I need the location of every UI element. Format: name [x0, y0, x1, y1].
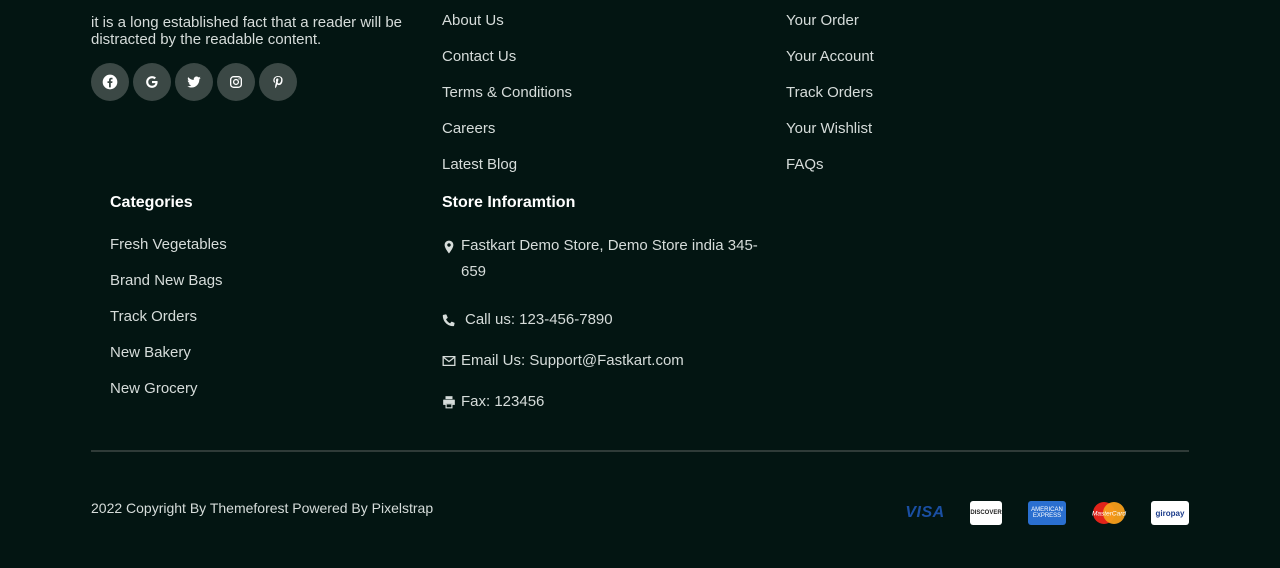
discover-logo: DISCOVER [970, 501, 1002, 525]
facebook-button[interactable] [91, 63, 129, 101]
store-email-text[interactable]: Email Us: Support@Fastkart.com [461, 352, 684, 369]
store-info-heading: Store Inforamtion [442, 194, 576, 211]
footer-link-careers[interactable]: Careers [442, 120, 572, 156]
category-link-brand-new-bags[interactable]: Brand New Bags [110, 272, 227, 308]
store-address: Fastkart Demo Store, Demo Store india 34… [442, 237, 771, 285]
footer-about-text: it is a long established fact that a rea… [91, 14, 403, 48]
category-link-track-orders[interactable]: Track Orders [110, 308, 227, 344]
instagram-icon [230, 76, 242, 88]
google-icon [146, 76, 158, 88]
instagram-button[interactable] [217, 63, 255, 101]
store-email: Email Us: Support@Fastkart.com [442, 352, 684, 369]
mastercard-logo: MasterCard [1090, 501, 1128, 525]
printer-icon [443, 396, 455, 409]
footer-link-your-order[interactable]: Your Order [786, 12, 874, 48]
map-pin-icon [444, 240, 454, 254]
category-link-new-grocery[interactable]: New Grocery [110, 380, 227, 416]
pinterest-button[interactable] [259, 63, 297, 101]
social-links [91, 63, 297, 101]
category-link-fresh-vegetables[interactable]: Fresh Vegetables [110, 236, 227, 272]
categories-column: Fresh Vegetables Brand New Bags Track Or… [110, 236, 227, 416]
store-phone-text[interactable]: Call us: 123-456-7890 [465, 311, 613, 328]
about-links-column: About Us Contact Us Terms & Conditions C… [442, 12, 572, 192]
facebook-icon [102, 74, 118, 90]
amex-logo: AMERICAN EXPRESS [1028, 501, 1066, 525]
footer-link-about-us[interactable]: About Us [442, 12, 572, 48]
categories-heading: Categories [110, 194, 193, 211]
svg-text:MasterCard: MasterCard [1092, 511, 1126, 518]
store-address-text: Fastkart Demo Store, Demo Store india 34… [461, 237, 758, 280]
footer-link-contact-us[interactable]: Contact Us [442, 48, 572, 84]
phone-icon [442, 314, 455, 327]
footer-link-faqs[interactable]: FAQs [786, 156, 874, 192]
footer-link-your-wishlist[interactable]: Your Wishlist [786, 120, 874, 156]
giropay-logo: giropay [1151, 501, 1189, 525]
footer-link-your-account[interactable]: Your Account [786, 48, 874, 84]
footer-link-terms[interactable]: Terms & Conditions [442, 84, 572, 120]
google-button[interactable] [133, 63, 171, 101]
visa-logo: VISA [905, 504, 945, 521]
footer-link-latest-blog[interactable]: Latest Blog [442, 156, 572, 192]
copyright-text: 2022 Copyright By Themeforest Powered By… [91, 500, 434, 516]
store-phone: Call us: 123-456-7890 [442, 311, 613, 328]
account-links-column: Your Order Your Account Track Orders You… [786, 12, 874, 192]
store-fax-text: Fax: 123456 [461, 393, 545, 410]
footer-link-track-orders[interactable]: Track Orders [786, 84, 874, 120]
envelope-icon [442, 355, 456, 367]
category-link-new-bakery[interactable]: New Bakery [110, 344, 227, 380]
twitter-icon [187, 76, 201, 88]
pinterest-icon [273, 76, 283, 89]
store-fax: Fax: 123456 [442, 393, 544, 410]
footer-divider [91, 450, 1189, 452]
twitter-button[interactable] [175, 63, 213, 101]
mastercard-circles-icon: MasterCard [1092, 502, 1126, 524]
